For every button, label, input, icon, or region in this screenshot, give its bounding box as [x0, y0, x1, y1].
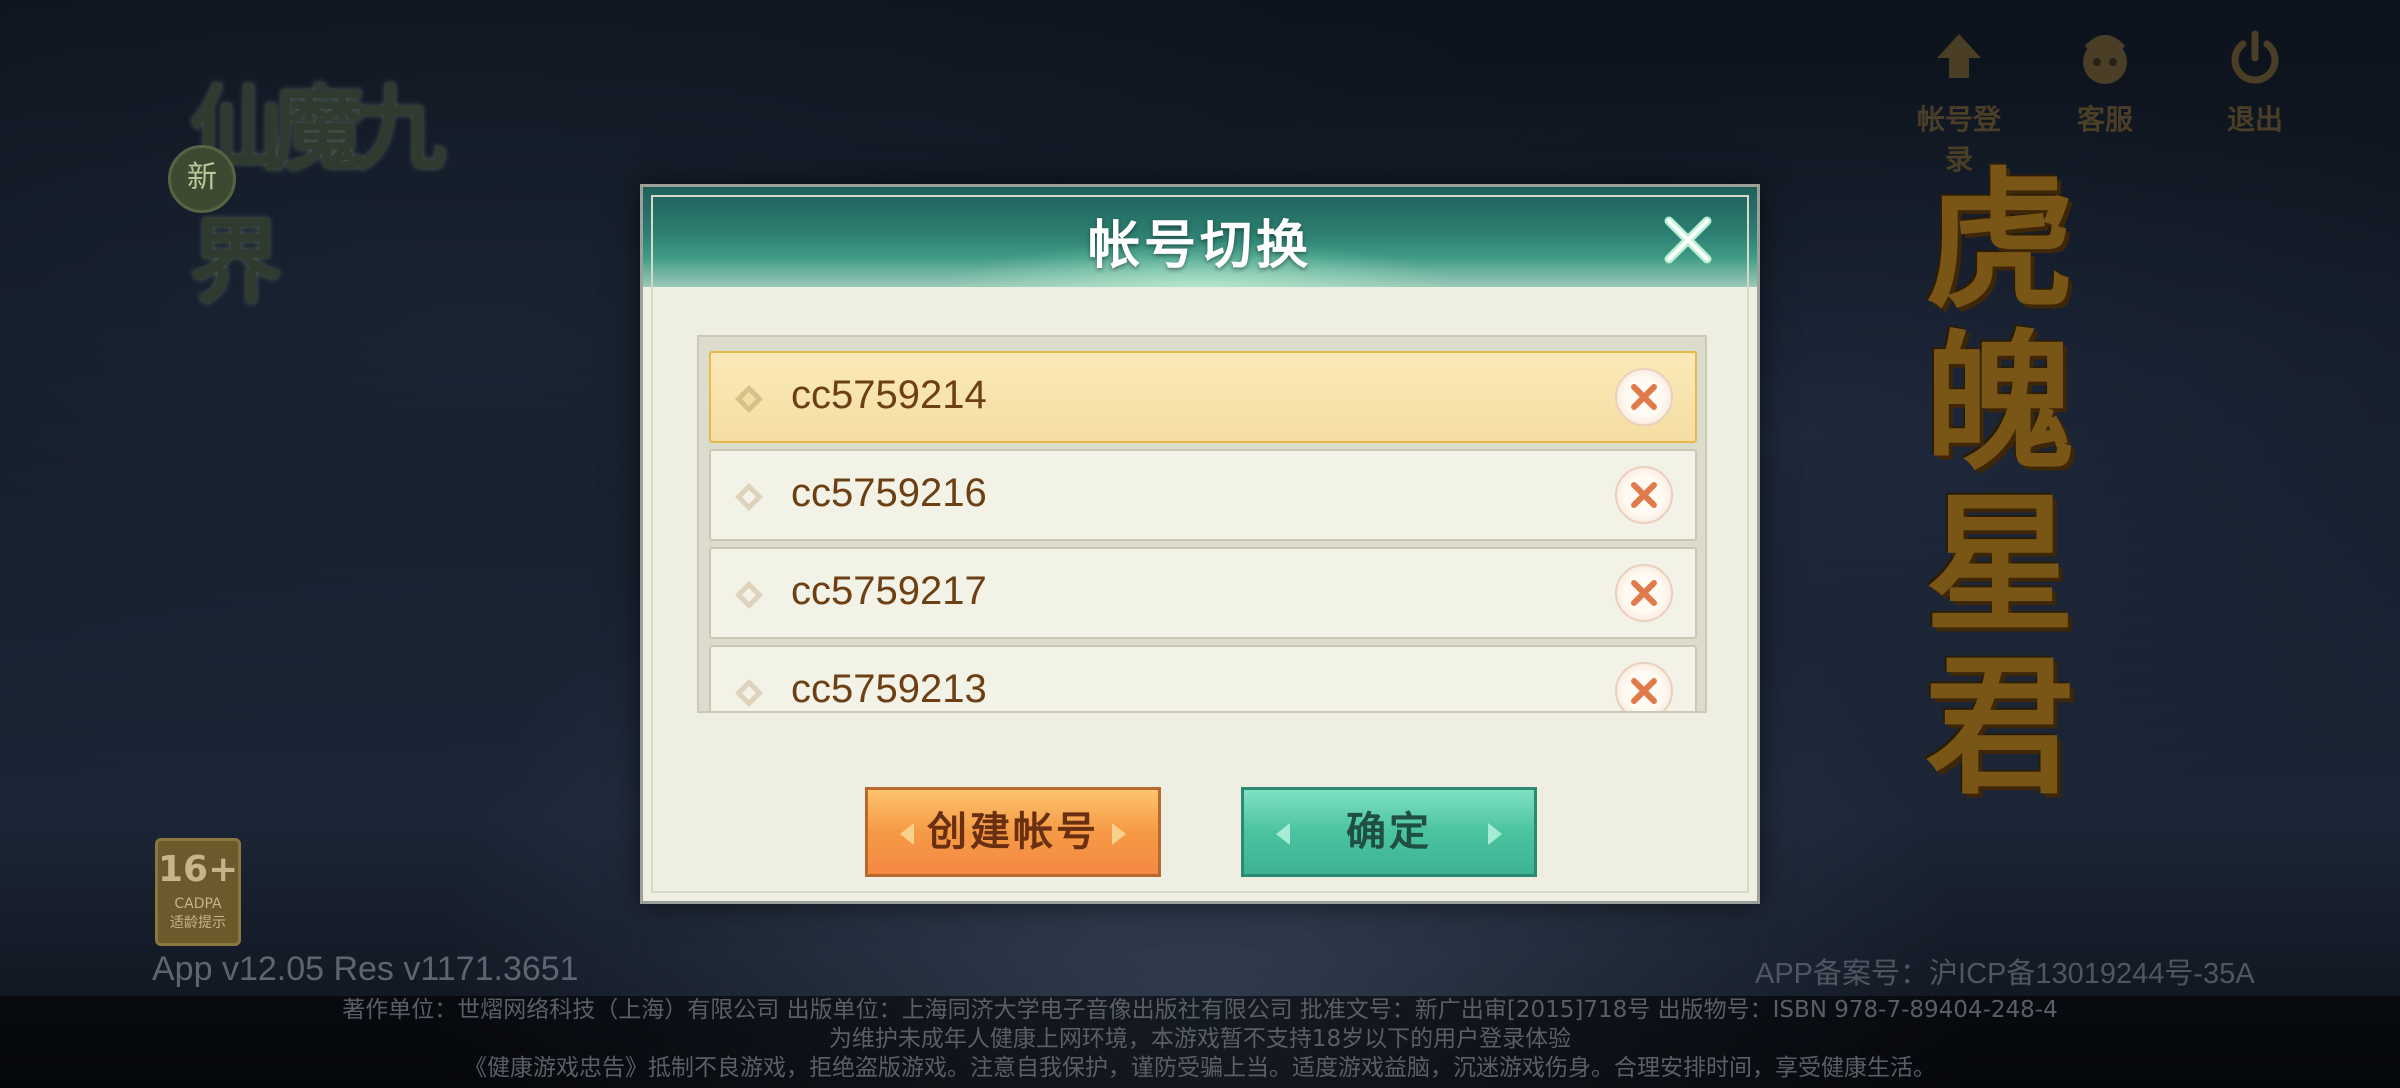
delete-icon	[1631, 678, 1657, 704]
age-rating-value: 16+	[158, 849, 239, 890]
account-row[interactable]: cc5759216	[709, 449, 1697, 541]
account-list[interactable]: cc5759214 cc5759216 cc5759217 cc5759213	[697, 335, 1707, 713]
diamond-icon	[735, 679, 763, 707]
title-char: 虎	[1924, 153, 2075, 329]
version-text: App v12.05 Res v1171.3651	[152, 950, 579, 988]
age-rating-caption: 适龄提示	[170, 915, 226, 931]
account-name: cc5759217	[791, 569, 987, 613]
delete-account-button[interactable]	[1615, 564, 1673, 622]
delete-icon	[1631, 482, 1657, 508]
account-name: cc5759216	[791, 471, 987, 515]
title-char: 魄	[1924, 315, 2075, 491]
delete-account-button[interactable]	[1615, 466, 1673, 524]
account-name: cc5759214	[791, 373, 987, 417]
customer-service-button[interactable]: 客服	[2050, 28, 2160, 138]
delete-account-button[interactable]	[1615, 368, 1673, 426]
diamond-icon	[735, 581, 763, 609]
diamond-icon	[735, 483, 763, 511]
footer-line: 著作单位：世熠网络科技（上海）有限公司 出版单位：上海同济大学电子音像出版社有限…	[342, 997, 2058, 1023]
logo-badge: 新	[168, 145, 236, 213]
dialog-header: 帐号切换	[643, 187, 1757, 287]
account-login-icon	[1937, 34, 1981, 78]
dialog-title: 帐号切换	[1087, 216, 1312, 276]
confirm-button[interactable]: 确定	[1241, 787, 1537, 877]
footer-line: 为维护未成年人健康上网环境，本游戏暂不支持18岁以下的用户登录体验	[828, 1026, 1572, 1052]
legal-footer: 著作单位：世熠网络科技（上海）有限公司 出版单位：上海同济大学电子音像出版社有限…	[0, 996, 2400, 1088]
age-rating-badge: 16+ CADPA 适龄提示	[155, 838, 241, 946]
delete-account-button[interactable]	[1615, 662, 1673, 711]
arrow-right-icon	[1488, 823, 1502, 845]
arrow-left-icon	[1276, 823, 1290, 845]
account-row[interactable]: cc5759217	[709, 547, 1697, 639]
account-row[interactable]: cc5759213	[709, 645, 1697, 711]
create-account-button[interactable]: 创建帐号	[865, 787, 1161, 877]
title-char: 星	[1924, 477, 2075, 653]
close-icon[interactable]	[1661, 213, 1715, 267]
character-title: 虎 魄 星 君	[1900, 160, 2100, 808]
account-name: cc5759213	[791, 667, 987, 711]
age-rating-org: CADPA	[174, 896, 222, 912]
account-switch-dialog: 帐号切换 cc5759214 cc5759216 cc5759217 cc575…	[640, 184, 1760, 904]
title-char: 君	[1924, 639, 2075, 815]
delete-icon	[1631, 384, 1657, 410]
exit-button[interactable]: 退出	[2200, 28, 2310, 138]
arrow-right-icon	[1112, 823, 1126, 845]
diamond-icon	[735, 385, 763, 413]
confirm-label: 确定	[1346, 809, 1432, 855]
create-account-label: 创建帐号	[927, 809, 1099, 855]
customer-service-icon	[2083, 35, 2127, 84]
delete-icon	[1631, 580, 1657, 606]
arrow-left-icon	[900, 823, 914, 845]
footer-line: 《健康游戏忠告》抵制不良游戏，拒绝盗版游戏。注意自我保护，谨防受骗上当。适度游戏…	[464, 1055, 1936, 1081]
customer-service-label: 客服	[2076, 103, 2133, 136]
account-row[interactable]: cc5759214	[709, 351, 1697, 443]
game-logo: 仙魔九界 新	[140, 35, 470, 316]
account-login-button[interactable]: 帐号登录	[1904, 28, 2014, 176]
exit-label: 退出	[2226, 103, 2283, 136]
power-icon	[2231, 30, 2279, 84]
icp-text: APP备案号：沪ICP备13019244号-35A	[1755, 958, 2255, 990]
